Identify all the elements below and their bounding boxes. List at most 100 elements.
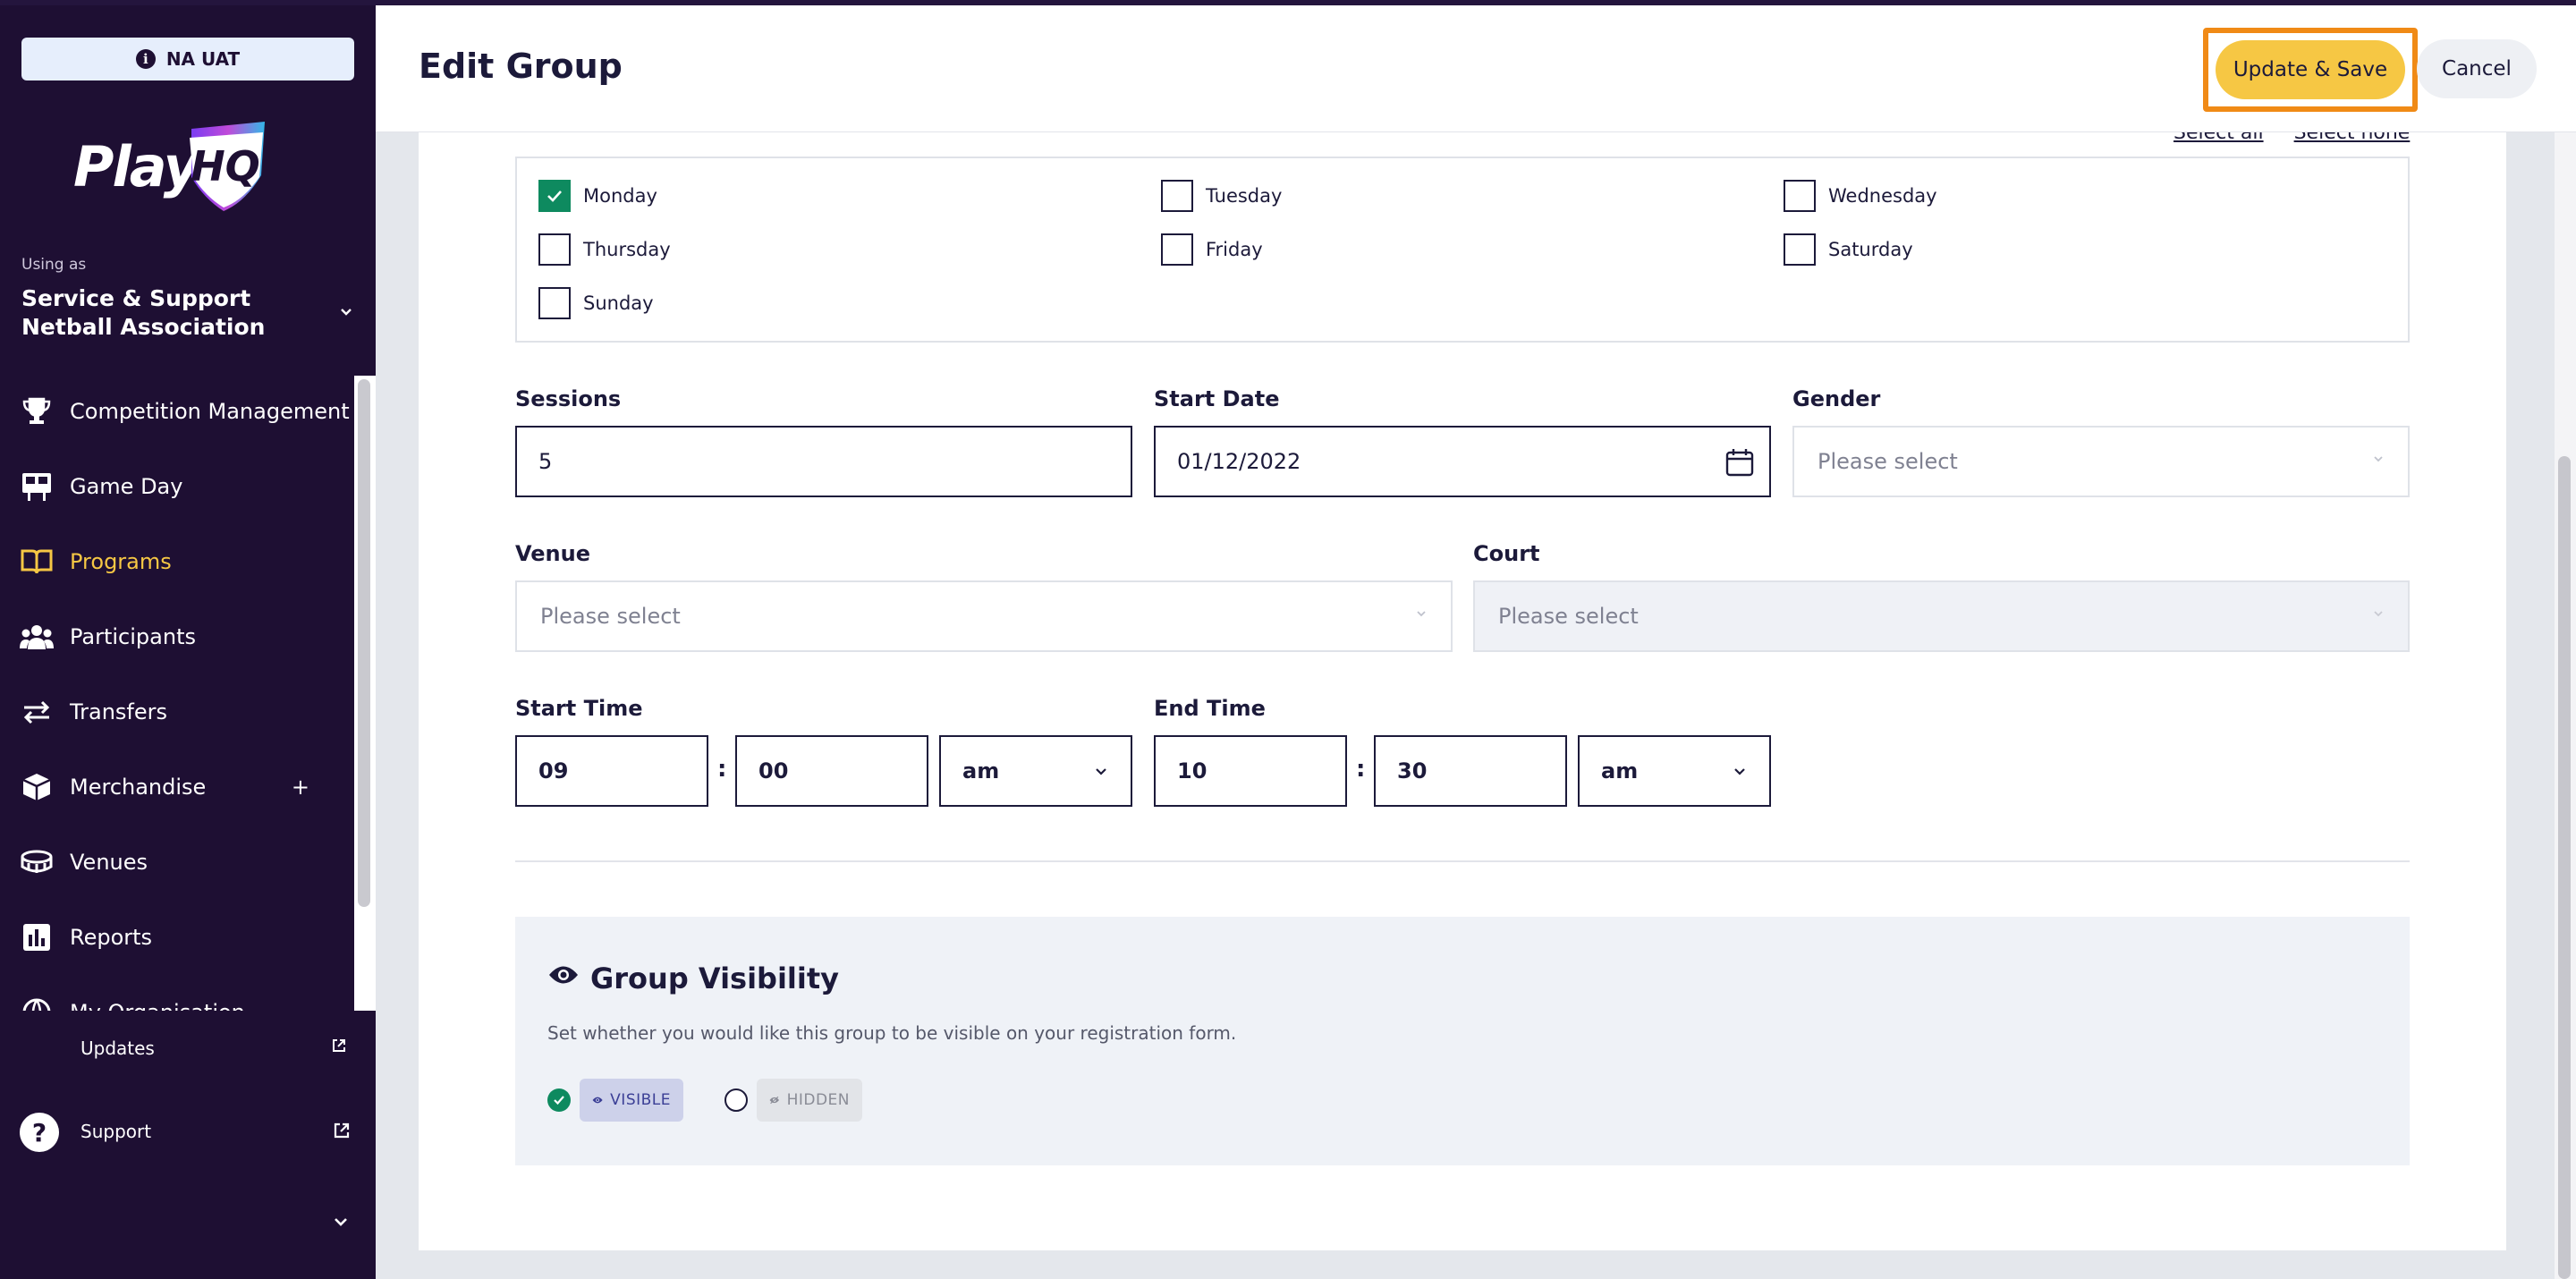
- logo-text: Play: [73, 134, 199, 199]
- day-checkbox-sunday[interactable]: Sunday: [538, 287, 654, 319]
- globe-icon: [20, 995, 54, 1011]
- chevron-down-icon[interactable]: [340, 308, 352, 317]
- court-label: Court: [1473, 541, 1540, 566]
- page-scrollbar-thumb[interactable]: [2558, 456, 2571, 1279]
- checkbox-icon[interactable]: [1161, 180, 1193, 212]
- checkbox-checked-icon[interactable]: [538, 180, 571, 212]
- nav-item-transfers[interactable]: Transfers: [0, 685, 354, 739]
- nav-item-reports[interactable]: Reports: [0, 911, 354, 964]
- help-icon[interactable]: ?: [20, 1113, 59, 1152]
- day-checkbox-friday[interactable]: Friday: [1161, 233, 1263, 266]
- calendar-icon[interactable]: [1724, 447, 1755, 478]
- update-save-button[interactable]: Update & Save: [2216, 40, 2405, 99]
- book-icon: [20, 545, 54, 579]
- group-visibility-section: Group Visibility Set whether you would l…: [515, 917, 2410, 1165]
- time-separator: :: [717, 756, 727, 783]
- day-label: Tuesday: [1206, 185, 1283, 207]
- chevron-down-icon: [1417, 611, 1426, 617]
- hidden-radio[interactable]: [724, 1088, 748, 1112]
- nav-item-merchandise[interactable]: Merchandise +: [0, 760, 354, 814]
- nav-item-programs[interactable]: Programs: [0, 535, 354, 589]
- nav-item-venues[interactable]: Venues: [0, 835, 354, 889]
- nav-label: Competition Management: [70, 399, 350, 424]
- court-select[interactable]: Please select: [1473, 580, 2410, 652]
- nav-label: My Organisation: [70, 1000, 245, 1011]
- checkbox-icon[interactable]: [1161, 233, 1193, 266]
- start-date-input[interactable]: 01/12/2022: [1154, 426, 1771, 497]
- organisation-switcher[interactable]: Service & Support Netball Association: [21, 284, 335, 342]
- day-checkbox-monday[interactable]: Monday: [538, 180, 657, 212]
- end-time-label: End Time: [1154, 696, 1266, 721]
- court-placeholder: Please select: [1498, 604, 1639, 629]
- nav-label: Merchandise: [70, 775, 207, 800]
- day-label: Wednesday: [1828, 185, 1937, 207]
- end-hour-input[interactable]: 10: [1154, 735, 1347, 807]
- venue-select[interactable]: Please select: [515, 580, 1453, 652]
- sidebar: i NA UAT Play HQ Using as Service & Supp…: [0, 0, 376, 1279]
- checkbox-icon[interactable]: [1784, 180, 1816, 212]
- end-period-select[interactable]: am: [1578, 735, 1771, 807]
- eye-icon: [549, 966, 578, 984]
- sessions-input[interactable]: 5: [515, 426, 1132, 497]
- save-button-highlight: Update & Save: [2203, 28, 2418, 112]
- start-time-label: Start Time: [515, 696, 643, 721]
- external-link-icon[interactable]: [331, 1038, 347, 1054]
- start-date-label: Start Date: [1154, 386, 1280, 411]
- updates-link[interactable]: Updates: [80, 1038, 155, 1059]
- gender-select[interactable]: Please select: [1792, 426, 2410, 497]
- start-minute-value: 00: [758, 758, 789, 783]
- group-visibility-description: Set whether you would like this group to…: [547, 1022, 1237, 1044]
- end-period-value: am: [1601, 758, 1639, 783]
- box-icon: [20, 770, 54, 804]
- group-visibility-title: Group Visibility: [590, 961, 840, 995]
- external-link-icon[interactable]: [333, 1122, 351, 1139]
- nav-label: Programs: [70, 549, 172, 574]
- start-minute-input[interactable]: 00: [735, 735, 928, 807]
- nav-item-participants[interactable]: Participants: [0, 610, 354, 664]
- day-checkbox-wednesday[interactable]: Wednesday: [1784, 180, 1937, 212]
- day-checkbox-saturday[interactable]: Saturday: [1784, 233, 1913, 266]
- day-label: Saturday: [1828, 239, 1913, 260]
- start-period-value: am: [962, 758, 1000, 783]
- hidden-option-label: HIDDEN: [786, 1091, 850, 1109]
- day-checkbox-thursday[interactable]: Thursday: [538, 233, 671, 266]
- sidebar-footer: [0, 1011, 376, 1279]
- gender-label: Gender: [1792, 386, 1881, 411]
- end-minute-input[interactable]: 30: [1374, 735, 1567, 807]
- scoreboard-icon: [20, 470, 54, 504]
- cancel-button[interactable]: Cancel: [2417, 39, 2537, 98]
- start-date-value: 01/12/2022: [1177, 449, 1301, 474]
- day-label: Monday: [583, 185, 657, 207]
- visible-radio[interactable]: [547, 1088, 571, 1112]
- start-period-select[interactable]: am: [939, 735, 1132, 807]
- visible-option[interactable]: VISIBLE: [580, 1079, 683, 1122]
- start-hour-value: 09: [538, 758, 569, 783]
- chevron-down-icon[interactable]: [333, 1216, 349, 1227]
- nav-scrollbar-thumb[interactable]: [358, 379, 370, 907]
- day-checkbox-tuesday[interactable]: Tuesday: [1161, 180, 1282, 212]
- gender-placeholder: Please select: [1818, 449, 1958, 474]
- chevron-down-icon: [2374, 611, 2383, 617]
- checkbox-icon[interactable]: [538, 287, 571, 319]
- checkbox-icon[interactable]: [538, 233, 571, 266]
- visible-option-label: VISIBLE: [610, 1091, 671, 1109]
- sessions-label: Sessions: [515, 386, 622, 411]
- chevron-down-icon: [2374, 456, 2383, 462]
- support-link[interactable]: Support: [80, 1121, 151, 1142]
- expand-plus-icon[interactable]: +: [292, 775, 309, 800]
- nav-item-my-organisation[interactable]: My Organisation: [0, 986, 354, 1011]
- chevron-down-icon: [1734, 768, 1745, 775]
- hidden-option[interactable]: HIDDEN: [757, 1079, 862, 1122]
- nav-label: Transfers: [70, 699, 168, 724]
- trophy-icon: [20, 394, 54, 428]
- eye-icon: [592, 1097, 603, 1104]
- top-accent-bar: [0, 0, 2576, 5]
- nav-item-competition-management[interactable]: Competition Management: [0, 385, 354, 438]
- end-minute-value: 30: [1397, 758, 1428, 783]
- main-nav: Competition Management Game Day Programs…: [0, 376, 354, 1011]
- checkbox-icon[interactable]: [1784, 233, 1816, 266]
- start-hour-input[interactable]: 09: [515, 735, 708, 807]
- eye-off-icon: [769, 1096, 780, 1105]
- playhq-logo[interactable]: Play HQ: [73, 122, 270, 211]
- nav-item-game-day[interactable]: Game Day: [0, 460, 354, 513]
